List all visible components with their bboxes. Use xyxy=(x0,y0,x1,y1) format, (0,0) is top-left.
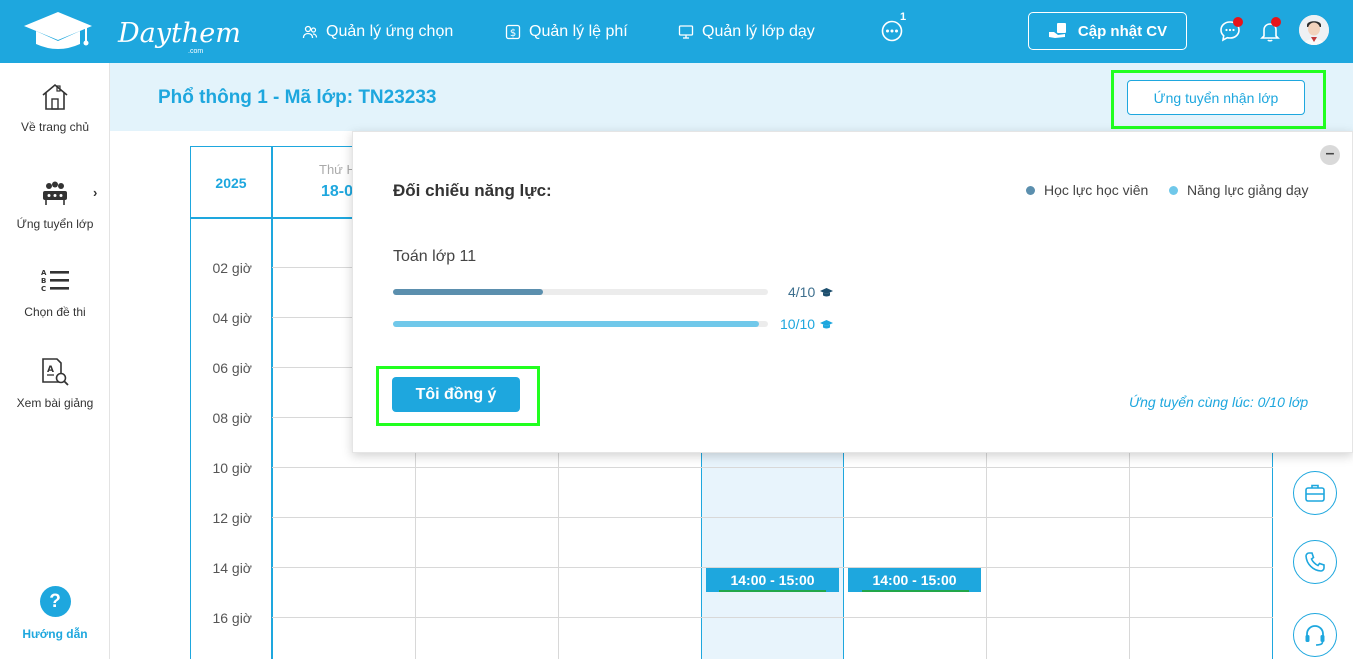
sidebar-item-label: Ứng tuyển lớp xyxy=(16,217,94,231)
teacher-score-value: 10/10 xyxy=(780,316,816,332)
phone-button[interactable] xyxy=(1293,540,1337,584)
nav-teaching-class-management[interactable]: Quản lý lớp dạy xyxy=(678,21,815,43)
document-search-icon: A xyxy=(42,358,69,386)
home-icon xyxy=(42,83,68,110)
help-guide[interactable]: ? Hướng dẫn xyxy=(0,586,110,641)
sidebar-item-choose-exam[interactable]: A B C Chọn đề thi xyxy=(0,267,110,319)
schedule-slot[interactable]: 14:00 - 15:00 xyxy=(848,568,981,592)
more-count-badge: 1 xyxy=(900,11,907,23)
nav-label: Quản lý ứng chọn xyxy=(326,23,454,40)
legend-student: Học lực học viên xyxy=(1026,182,1148,198)
help-label: Hướng dẫn xyxy=(22,627,88,641)
nav-candidate-management[interactable]: Quản lý ứng chọn xyxy=(302,21,453,43)
graduation-cap-icon xyxy=(24,12,92,49)
legend-teacher: Năng lực giảng dạy xyxy=(1169,182,1308,198)
graduation-cap-icon xyxy=(820,287,834,296)
sidebar-item-home[interactable]: Về trang chủ xyxy=(0,82,110,134)
student-score-bar xyxy=(393,289,768,295)
monitor-icon xyxy=(678,25,694,39)
teacher-score-fill xyxy=(393,321,759,327)
class-title: Phổ thông 1 - Mã lớp: TN23233 xyxy=(158,87,437,108)
hour-label: 10 giờ xyxy=(212,460,252,476)
agree-button[interactable]: Tôi đồng ý xyxy=(392,377,520,412)
student-score: 4/10 xyxy=(788,284,834,300)
daythem-logo[interactable]: Daythem .com xyxy=(22,10,241,55)
svg-text:C: C xyxy=(41,285,46,293)
subject-name: Toán lớp 11 xyxy=(393,248,477,265)
question-icon: ? xyxy=(39,586,71,617)
briefcase-icon xyxy=(1305,484,1325,502)
hour-gridline xyxy=(272,517,1273,518)
popup-title: Đối chiếu năng lực: xyxy=(393,181,552,200)
notification-unread-dot xyxy=(1271,17,1281,27)
hour-label: 02 giờ xyxy=(212,260,252,276)
hour-label: 14 giờ xyxy=(212,560,252,576)
hour-label: 12 giờ xyxy=(212,510,252,526)
student-score-value: 4/10 xyxy=(788,284,816,300)
teacher-score-bar xyxy=(393,321,768,327)
chevron-right-icon[interactable]: › xyxy=(93,185,97,200)
dollar-icon: $ xyxy=(505,24,521,40)
hour-label: 16 giờ xyxy=(212,610,252,626)
sidebar-item-label: Xem bài giảng xyxy=(16,396,94,410)
sidebar-item-label: Chọn đề thi xyxy=(24,305,86,319)
svg-text:B: B xyxy=(41,277,46,285)
calendar-year: 2025 xyxy=(215,174,247,191)
legend-label: Học lực học viên xyxy=(1044,182,1149,198)
legend-dot-student xyxy=(1026,185,1035,195)
briefcase-button[interactable] xyxy=(1293,471,1337,515)
hour-label: 04 giờ xyxy=(212,310,252,326)
left-sidebar: Về trang chủ Ứng tuyển lớp › A B C Chọn … xyxy=(0,63,110,659)
teacher-score: 10/10 xyxy=(780,316,834,332)
slot-underline xyxy=(719,590,826,592)
hand-document-icon xyxy=(1048,23,1066,38)
svg-text:A: A xyxy=(41,269,47,277)
svg-text:$: $ xyxy=(510,28,516,39)
phone-icon xyxy=(1305,552,1325,572)
support-button[interactable] xyxy=(1293,613,1337,657)
legend-dot-teacher xyxy=(1169,185,1178,195)
simultaneous-applications-note: Ứng tuyển cùng lúc: 0/10 lớp xyxy=(1129,394,1309,410)
schedule-slot[interactable]: 14:00 - 15:00 xyxy=(706,568,839,592)
sidebar-item-label: Về trang chủ xyxy=(20,120,90,134)
legend-label: Năng lực giảng dạy xyxy=(1187,182,1309,198)
logo-text: Daythem xyxy=(118,18,241,49)
slot-underline xyxy=(862,590,969,592)
day-header-date[interactable]: 18-0 xyxy=(321,183,353,201)
collapse-icon[interactable]: – xyxy=(1320,145,1340,165)
nav-fee-management[interactable]: $ Quản lý lệ phí xyxy=(505,21,628,43)
user-avatar[interactable] xyxy=(1299,15,1329,45)
class-group-icon xyxy=(43,181,67,205)
sidebar-item-view-lectures[interactable]: A Xem bài giảng xyxy=(0,356,110,410)
svg-text:A: A xyxy=(47,365,54,375)
update-cv-button[interactable]: Cập nhật CV xyxy=(1028,12,1187,50)
more-options-icon[interactable] xyxy=(881,20,903,42)
users-icon xyxy=(302,25,318,39)
calendar-hour-column-divider xyxy=(271,147,273,659)
hour-label: 08 giờ xyxy=(212,410,252,426)
hour-label: 06 giờ xyxy=(212,360,252,376)
student-score-fill xyxy=(393,289,543,295)
hour-gridline xyxy=(272,467,1273,468)
abc-list-icon: A B C xyxy=(41,269,69,293)
apply-class-button[interactable]: Ứng tuyển nhận lớp xyxy=(1127,80,1305,115)
chat-unread-dot xyxy=(1233,17,1243,27)
hour-gridline xyxy=(272,617,1273,618)
nav-label: Quản lý lệ phí xyxy=(529,23,628,40)
logo-domain: .com xyxy=(188,48,204,55)
headset-icon xyxy=(1305,625,1325,646)
day-header-weekday: Thứ H xyxy=(319,162,356,177)
top-navbar: Daythem .com Quản lý ứng chọn $ Quản lý … xyxy=(0,0,1353,63)
avatar-image xyxy=(1299,15,1329,45)
graduation-cap-icon xyxy=(820,319,834,328)
update-cv-label: Cập nhật CV xyxy=(1077,22,1168,40)
nav-label: Quản lý lớp dạy xyxy=(702,23,815,40)
